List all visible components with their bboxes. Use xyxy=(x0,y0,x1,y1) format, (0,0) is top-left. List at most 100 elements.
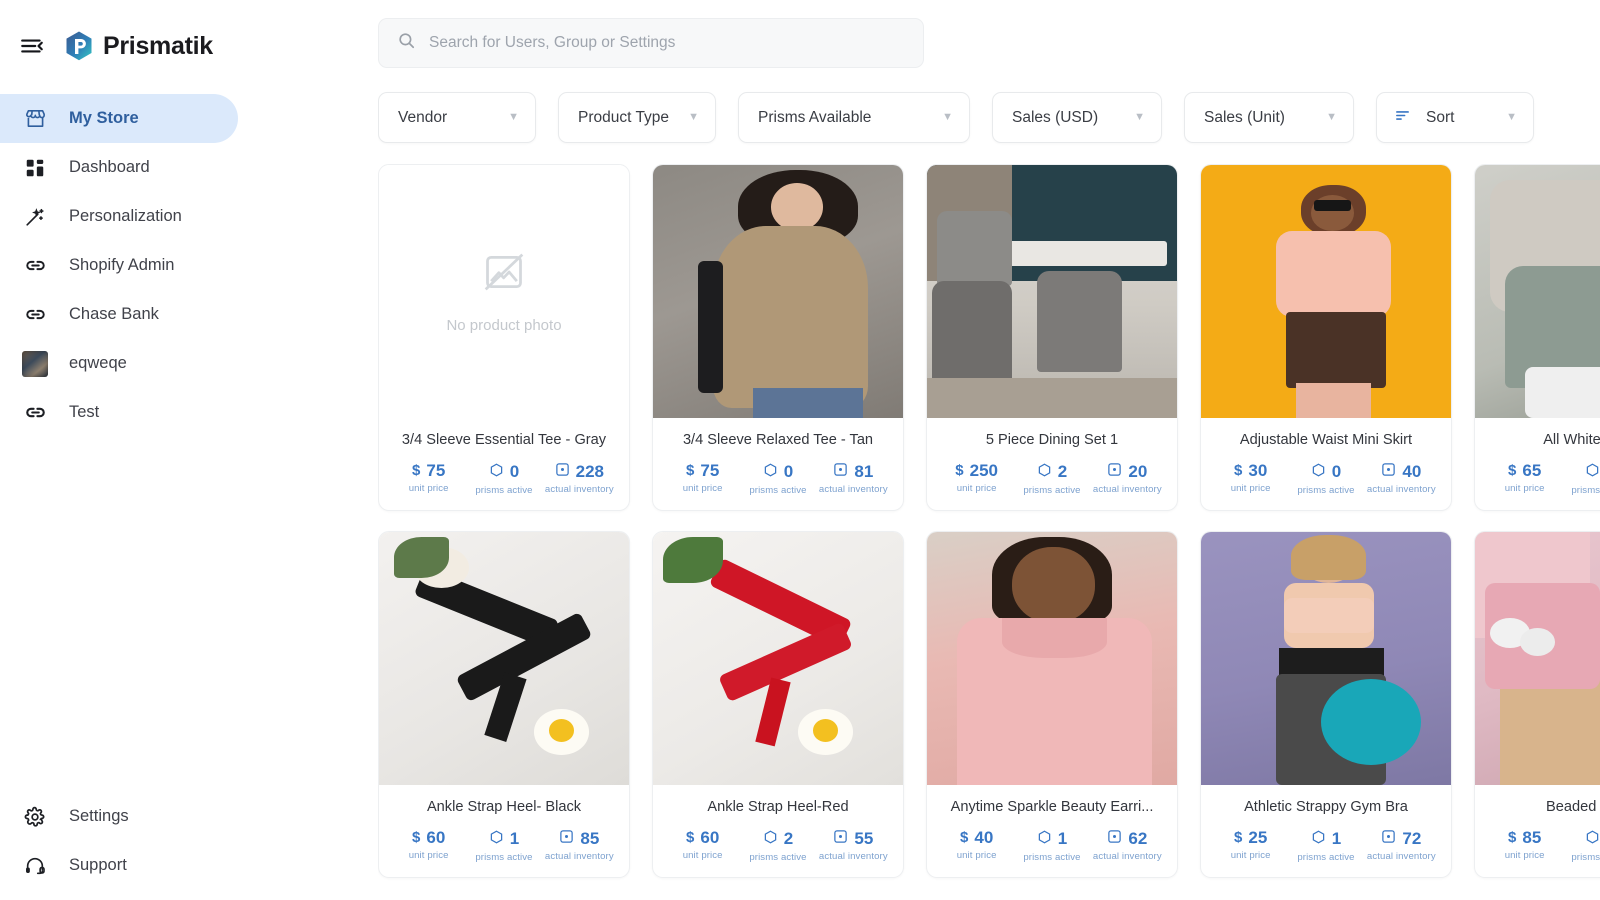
filter-prisms-available[interactable]: Prisms Available ▼ xyxy=(738,92,970,143)
product-grid-viewport[interactable]: No product photo 3/4 Sleeve Essential Te… xyxy=(378,164,1600,894)
product-card[interactable]: Beaded Bracelet $ 85 unit price xyxy=(1474,531,1600,878)
product-title: Adjustable Waist Mini Skirt xyxy=(1239,432,1413,448)
actual-inventory-label: actual inventory xyxy=(1092,851,1162,862)
product-photo xyxy=(927,532,1177,785)
filter-product-type[interactable]: Product Type ▼ xyxy=(558,92,716,143)
search-bar[interactable] xyxy=(378,18,924,68)
currency-icon: $ xyxy=(955,462,964,479)
unit-price-value: 65 xyxy=(1522,461,1542,480)
unit-price-label: unit price xyxy=(1230,850,1271,861)
product-photo xyxy=(1475,165,1600,418)
chevron-down-icon: ▼ xyxy=(1134,111,1145,123)
product-card[interactable]: 3/4 Sleeve Relaxed Tee - Tan $ 75 unit p… xyxy=(652,164,904,511)
currency-icon: $ xyxy=(960,829,969,846)
stat-prisms-active: 1 prisms active xyxy=(466,829,541,863)
unit-price-value: 60 xyxy=(700,828,720,847)
gear-icon xyxy=(22,804,48,830)
product-stats: $ 60 unit price 1 prisms active 85 actua… xyxy=(391,829,617,863)
link-icon xyxy=(22,253,48,279)
sidebar-item-shopify-admin[interactable]: Shopify Admin xyxy=(0,241,238,290)
product-card[interactable]: 5 Piece Dining Set 1 $ 250 unit price 2 … xyxy=(926,164,1178,511)
actual-inventory-value: 228 xyxy=(575,461,604,481)
prisms-active-value: 0 xyxy=(783,462,794,481)
filter-vendor[interactable]: Vendor ▼ xyxy=(378,92,536,143)
filter-label: Prisms Available xyxy=(758,108,872,126)
product-card[interactable]: All White Legging $ 65 unit price xyxy=(1474,164,1600,511)
stat-actual-inventory: 62 actual inventory xyxy=(1090,828,1165,863)
prisms-active-value: 1 xyxy=(1331,829,1342,848)
actual-inventory-value: 40 xyxy=(1402,461,1422,481)
hexagon-prism-icon xyxy=(763,829,778,848)
search-input[interactable] xyxy=(429,34,905,52)
stat-actual-inventory: 85 actual inventory xyxy=(542,829,617,863)
currency-icon: $ xyxy=(1508,829,1517,846)
filter-label: Sales (USD) xyxy=(1012,108,1099,126)
product-card[interactable]: Ankle Strap Heel- Black $ 60 unit price xyxy=(378,531,630,878)
stat-actual-inventory: 55 actual inventory xyxy=(816,828,891,863)
sidebar-item-label: Support xyxy=(69,856,127,875)
brand-logo[interactable]: Prismatik xyxy=(64,30,213,62)
product-photo xyxy=(1201,165,1451,418)
magic-wand-icon xyxy=(22,204,48,230)
product-card[interactable]: No product photo 3/4 Sleeve Essential Te… xyxy=(378,164,630,511)
link-icon xyxy=(22,302,48,328)
product-photo xyxy=(927,165,1177,418)
search-icon xyxy=(397,31,416,55)
product-card[interactable]: Athletic Strappy Gym Bra $ 25 unit price xyxy=(1200,531,1452,878)
product-title: Beaded Bracelet xyxy=(1546,799,1600,815)
stat-prisms-active: 0 prisms active xyxy=(1562,462,1600,496)
filter-label: Vendor xyxy=(398,108,448,126)
product-card-body: 5 Piece Dining Set 1 $ 250 unit price 2 … xyxy=(927,418,1177,510)
stat-actual-inventory: 72 actual inventory xyxy=(1364,829,1439,863)
inventory-box-icon xyxy=(1107,462,1122,480)
currency-icon: $ xyxy=(686,829,695,846)
unit-price-label: unit price xyxy=(956,850,997,861)
stat-unit-price: $ 25 unit price xyxy=(1213,829,1288,861)
sidebar-bottom-nav: Settings Support xyxy=(0,792,378,900)
stat-prisms-active: 1 prisms active xyxy=(1288,829,1363,863)
product-card[interactable]: Anytime Sparkle Beauty Earri... $ 40 uni… xyxy=(926,531,1178,878)
sort-button[interactable]: Sort ▼ xyxy=(1376,92,1534,143)
sidebar-item-test[interactable]: Test xyxy=(0,388,238,437)
stat-prisms-active: 1 prisms active xyxy=(1014,829,1089,863)
filter-sales-usd[interactable]: Sales (USD) ▼ xyxy=(992,92,1162,143)
app-root: Prismatik My Store Dashboard Personaliza… xyxy=(0,0,1600,900)
sidebar-item-dashboard[interactable]: Dashboard xyxy=(0,143,238,192)
product-photo xyxy=(1201,532,1451,785)
sidebar-item-eqweqe[interactable]: eqweqe xyxy=(0,339,238,388)
sidebar-item-label: Dashboard xyxy=(69,158,150,177)
actual-inventory-value: 55 xyxy=(854,828,874,848)
product-photo xyxy=(1475,532,1600,785)
unit-price-value: 25 xyxy=(1248,828,1268,847)
unit-price-label: unit price xyxy=(682,850,723,861)
hexagon-prism-icon xyxy=(489,462,504,481)
inventory-box-icon xyxy=(555,462,570,480)
sidebar-item-my-store[interactable]: My Store xyxy=(0,94,238,143)
sidebar-item-chase-bank[interactable]: Chase Bank xyxy=(0,290,238,339)
sidebar-item-personalization[interactable]: Personalization xyxy=(0,192,238,241)
stat-unit-price: $ 60 unit price xyxy=(665,829,740,861)
filter-toolbar: Vendor ▼ Product Type ▼ Prisms Available… xyxy=(378,92,1600,143)
actual-inventory-value: 62 xyxy=(1128,828,1148,848)
prisms-active-value: 1 xyxy=(509,829,520,848)
prisms-active-label: prisms active xyxy=(749,852,807,863)
hexagon-prism-icon xyxy=(1585,462,1600,481)
hamburger-collapse-icon[interactable] xyxy=(18,32,46,60)
prisms-active-label: prisms active xyxy=(1297,852,1355,863)
sidebar-item-settings[interactable]: Settings xyxy=(0,792,238,841)
product-stats: $ 40 unit price 1 prisms active 62 actua… xyxy=(939,829,1165,863)
product-card[interactable]: Adjustable Waist Mini Skirt $ 30 unit pr… xyxy=(1200,164,1452,511)
product-stats: $ 65 unit price 0 prisms active xyxy=(1487,462,1600,496)
currency-icon: $ xyxy=(1234,829,1243,846)
inventory-box-icon xyxy=(833,829,848,847)
sidebar-item-support[interactable]: Support xyxy=(0,841,238,890)
sidebar-item-label: My Store xyxy=(69,109,139,128)
hexagon-prism-icon xyxy=(489,829,504,848)
product-card[interactable]: Ankle Strap Heel-Red $ 60 unit price 2 p… xyxy=(652,531,904,878)
product-card-body: 3/4 Sleeve Essential Tee - Gray $ 75 uni… xyxy=(379,418,629,510)
chevron-down-icon: ▼ xyxy=(1326,111,1337,123)
filter-sales-unit[interactable]: Sales (Unit) ▼ xyxy=(1184,92,1354,143)
stat-unit-price: $ 30 unit price xyxy=(1213,462,1288,494)
chevron-down-icon: ▼ xyxy=(688,111,699,123)
stat-unit-price: $ 65 unit price xyxy=(1487,462,1562,494)
